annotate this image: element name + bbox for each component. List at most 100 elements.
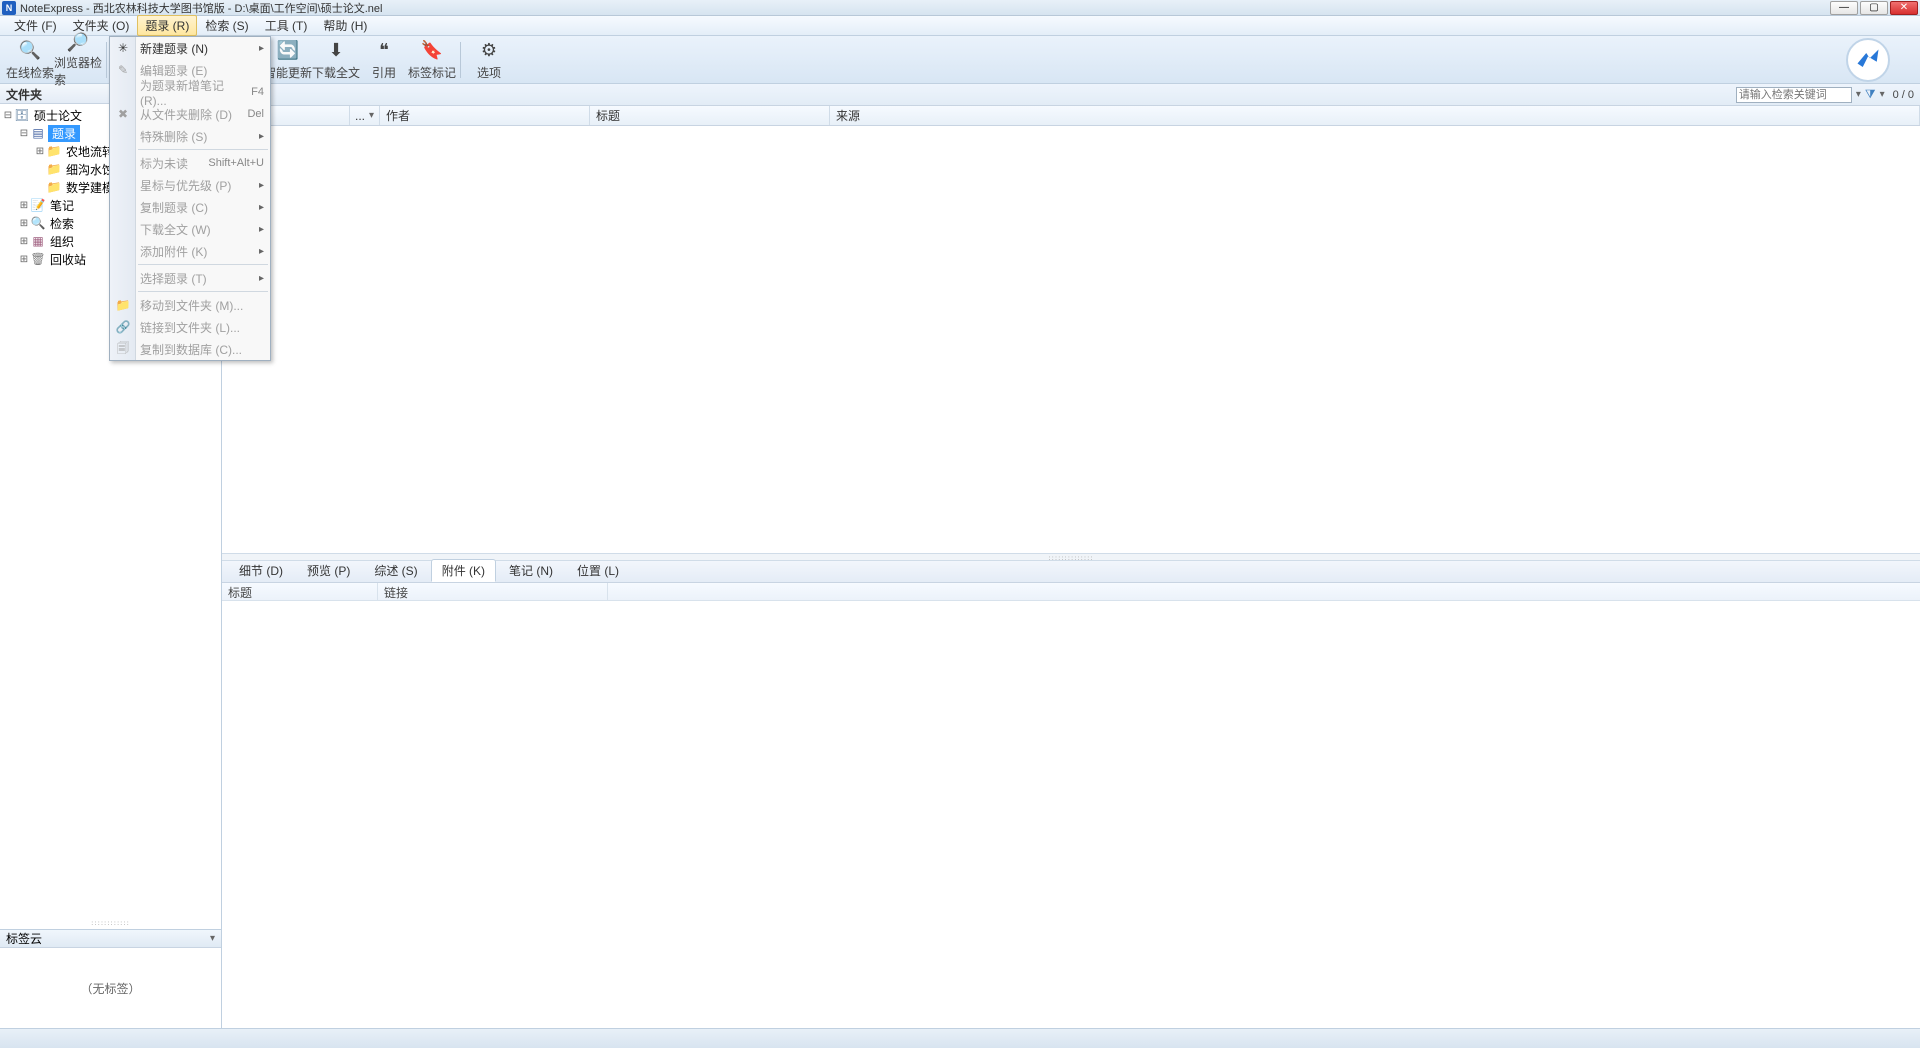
menu-item: 选择题录 (T) ▸ — [110, 267, 270, 289]
window-title: NoteExpress - 西北农林科技大学图书馆版 - D:\桌面\工作空间\… — [20, 0, 1828, 16]
col-title[interactable]: 标题 — [590, 106, 830, 125]
expand-icon[interactable]: ⊟ — [18, 128, 30, 139]
col-more-label: ... — [355, 109, 365, 123]
detail-col-link[interactable]: 链接 — [378, 583, 608, 600]
toolbar-智能更新[interactable]: 🔄智能更新 — [264, 38, 312, 82]
submenu-arrow-icon: ▸ — [259, 43, 264, 54]
section-icon: 🔍 — [30, 216, 46, 230]
detail-tab[interactable]: 附件 (K) — [431, 559, 496, 582]
menu-item-icon: 🗐 — [115, 339, 131, 360]
detail-tab[interactable]: 细节 (D) — [228, 559, 294, 582]
menu-item-label: 复制到数据库 (C)... — [140, 341, 242, 358]
menu-item-label: 星标与优先级 (P) — [140, 177, 231, 194]
detail-tab[interactable]: 笔记 (N) — [498, 559, 564, 582]
toolbar-label: 选项 — [477, 64, 501, 81]
toolbar-icon: 🔖 — [420, 39, 444, 63]
folder-icon: 📁 — [46, 180, 62, 194]
detail-tab[interactable]: 综述 (S) — [363, 559, 428, 582]
toolbar-separator — [106, 42, 107, 78]
menu-item-label: 链接到文件夹 (L)... — [140, 319, 240, 336]
menu-t[interactable]: 工具 (T) — [257, 15, 316, 36]
tag-cloud-panel: 标签云 ▾ （无标签） — [0, 929, 221, 1028]
list-header: ... ▾ 作者 标题 来源 — [222, 106, 1920, 126]
search-dropdown-icon[interactable]: ▾ — [1856, 89, 1861, 100]
detail-col-title[interactable]: 标题 — [222, 583, 378, 600]
expand-icon[interactable]: ⊞ — [18, 236, 30, 247]
submenu-arrow-icon: ▸ — [259, 131, 264, 142]
tree-label: 组织 — [48, 233, 76, 250]
menu-item[interactable]: ✳新建题录 (N)▸ — [110, 37, 270, 59]
toolbar-label: 浏览器检索 — [54, 54, 102, 88]
menu-item-label: 选择题录 (T) — [140, 270, 207, 287]
menu-separator — [138, 264, 268, 265]
folder-icon: 📁 — [46, 162, 62, 176]
titlebar: N NoteExpress - 西北农林科技大学图书馆版 - D:\桌面\工作空… — [0, 0, 1920, 16]
expand-icon[interactable]: ⊞ — [18, 200, 30, 211]
chevron-down-icon[interactable]: ▾ — [369, 110, 374, 121]
menu-item-label: 添加附件 (K) — [140, 243, 207, 260]
detail-header: 标题 链接 — [222, 583, 1920, 601]
menu-separator — [138, 149, 268, 150]
menu-f[interactable]: 文件 (F) — [6, 15, 65, 36]
menu-item: 为题录新增笔记 (R)...F4 — [110, 81, 270, 103]
toolbar-浏览器检索[interactable]: 🔎浏览器检索 — [54, 38, 102, 82]
menu-r[interactable]: 题录 (R) — [137, 15, 197, 36]
menu-item-label: 复制题录 (C) — [140, 199, 208, 216]
maximize-button[interactable]: ▢ — [1860, 1, 1888, 15]
tree-label: 硕士论文 — [32, 107, 84, 124]
chevron-down-icon[interactable]: ▾ — [210, 933, 215, 944]
section-icon: 🗑 — [30, 252, 46, 266]
window-controls: — ▢ ✕ — [1828, 1, 1918, 15]
toolbar-下载全文[interactable]: ⬇下载全文 — [312, 38, 360, 82]
tag-cloud-title: 标签云 — [6, 930, 42, 947]
search-input[interactable] — [1736, 87, 1852, 103]
list-body[interactable] — [222, 126, 1920, 553]
menu-item-label: 从文件夹删除 (D) — [140, 106, 232, 123]
toolbar-标签标记[interactable]: 🔖标签标记 — [408, 38, 456, 82]
menu-s[interactable]: 检索 (S) — [197, 15, 256, 36]
tag-cloud-header[interactable]: 标签云 ▾ — [0, 930, 221, 948]
database-icon: 🗄 — [14, 108, 30, 122]
panel-splitter[interactable]: ꞉꞉꞉꞉꞉꞉꞉꞉꞉꞉꞉꞉ — [0, 921, 221, 929]
menu-item-label: 下载全文 (W) — [140, 221, 211, 238]
toolbar-引用[interactable]: ❝引用 — [360, 38, 408, 82]
menu-item-label: 标为未读 — [140, 155, 188, 172]
toolbar-label: 引用 — [372, 64, 396, 81]
toolbar-选项[interactable]: ⚙选项 — [465, 38, 513, 82]
detail-body[interactable] — [222, 601, 1920, 1028]
right-panel: ▾ ⧩ ▾ 0 / 0 ...▾ 作者 标题 来源 ꞉꞉꞉꞉꞉꞉꞉꞉꞉꞉꞉꞉꞉꞉… — [222, 84, 1920, 1028]
toolbar-icon: 🔄 — [276, 39, 300, 63]
filter-icon[interactable]: ⧩ — [1865, 87, 1876, 102]
menu-h[interactable]: 帮助 (H) — [315, 15, 375, 36]
tree-label: 题录 — [48, 125, 80, 142]
menu-item-shortcut: Del — [247, 108, 264, 120]
expand-icon[interactable]: ⊞ — [34, 146, 46, 157]
section-icon: ▦ — [30, 234, 46, 248]
records-icon: ▤ — [30, 126, 46, 140]
minimize-button[interactable]: — — [1830, 1, 1858, 15]
col-source[interactable]: 来源 — [830, 106, 1920, 125]
app-icon: N — [2, 1, 16, 15]
record-menu-dropdown: ✳新建题录 (N)▸✎编辑题录 (E)为题录新增笔记 (R)...F4✖从文件夹… — [109, 36, 271, 361]
toolbar-separator — [460, 42, 461, 78]
expand-icon[interactable]: ⊟ — [2, 110, 14, 121]
section-icon: 📝 — [30, 198, 46, 212]
menu-item-icon: ✎ — [115, 63, 131, 77]
menu-item-icon: ✳ — [115, 41, 131, 55]
detail-tab[interactable]: 位置 (L) — [566, 559, 630, 582]
toolbar-在线检索[interactable]: 🔍在线检索 — [6, 38, 54, 82]
filter-dropdown-icon[interactable]: ▾ — [1880, 89, 1885, 100]
menu-item-label: 移动到文件夹 (M)... — [140, 297, 243, 314]
expand-icon[interactable]: ⊞ — [18, 254, 30, 265]
toolbar-label: 智能更新 — [264, 64, 312, 81]
submenu-arrow-icon: ▸ — [259, 202, 264, 213]
submenu-arrow-icon: ▸ — [259, 273, 264, 284]
close-button[interactable]: ✕ — [1890, 1, 1918, 15]
detail-tab[interactable]: 预览 (P) — [296, 559, 361, 582]
tree-label: 笔记 — [48, 197, 76, 214]
menu-item: ✖从文件夹删除 (D)Del — [110, 103, 270, 125]
menu-item: 🔗链接到文件夹 (L)... — [110, 316, 270, 338]
col-author[interactable]: 作者 — [380, 106, 590, 125]
expand-icon[interactable]: ⊞ — [18, 218, 30, 229]
col-more[interactable]: ... ▾ — [350, 106, 380, 125]
